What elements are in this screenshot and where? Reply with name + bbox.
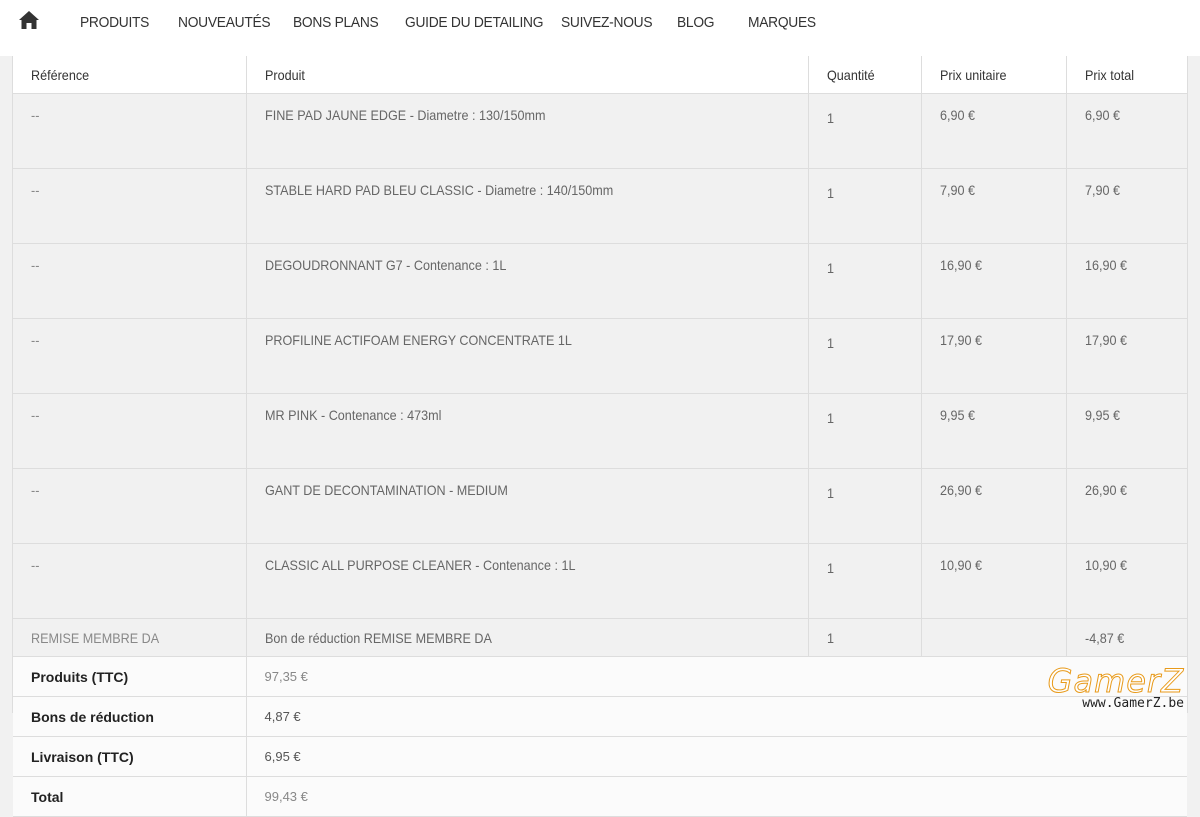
cell-reference: -- [13,243,246,319]
nav-item-produits[interactable]: PRODUITS [80,14,149,31]
column-header-product: Produit [245,56,808,94]
table-row: -- GANT DE DECONTAMINATION - MEDIUM 1 26,90… [13,468,1187,544]
cell-total-price: 6,90 € [1065,93,1187,169]
cell-total-price: 9,95 € [1065,393,1187,469]
summary-value-vouchers: 4,87 € [246,696,1187,737]
nav-item-blog[interactable]: BLOG [677,14,715,31]
cell-reference: -- [13,393,246,469]
watermark-logo: GamerZ [1047,662,1184,700]
column-header-unit-price: Prix unitaire [920,56,1066,94]
summary-value-shipping: 6,95 € [246,736,1187,777]
table-row: -- CLASSIC ALL PURPOSE CLEANER - Contenan… [13,543,1187,619]
cell-quantity: 1 [807,243,921,319]
cell-reference: -- [13,468,246,544]
table-row: -- MR PINK - Contenance : 473ml 1 9,95 €9,9… [13,393,1187,469]
cell-total-price: 16,90 € [1065,243,1187,319]
column-header-reference: Référence [13,56,246,94]
table-header-row: Référence Produit Quantité Prix unitaire… [13,56,1187,94]
discount-unit-price [920,618,1066,657]
table-row: -- PROFILINE ACTIFOAM ENERGY CONCENTRATE … [13,318,1187,394]
cell-total-price: 7,90 € [1065,168,1187,244]
cell-product: FINE PAD JAUNE EDGE - Diametre : 130/150… [245,93,808,169]
summary-label-total: Total [13,776,247,817]
order-detail-panel: Référence Produit Quantité Prix unitaire… [12,56,1188,817]
cell-unit-price: 17,90 € [920,318,1066,394]
discount-product: Bon de réduction REMISE MEMBRE DA [245,618,808,657]
cell-unit-price: 6,90 € [920,93,1066,169]
nav-item-marques[interactable]: MARQUES [748,14,816,31]
cell-unit-price: 16,90 € [920,243,1066,319]
discount-quantity: 1 [807,618,921,657]
cell-unit-price: 9,95 € [920,393,1066,469]
cell-reference: -- [13,168,246,244]
column-header-total-price: Prix total [1065,56,1187,94]
cell-reference: -- [13,93,246,169]
cell-quantity: 1 [807,168,921,244]
summary-row: Total 99,43 € [13,776,1187,817]
order-summary-table: Produits (TTC) 97,35 € Bons de réduction… [13,657,1187,817]
column-header-quantity: Quantité [807,56,921,94]
discount-total-price: -4,87 € [1065,618,1187,657]
watermark: GamerZ www.GamerZ.be [1047,662,1184,712]
cell-quantity: 1 [807,93,921,169]
order-products-table: Référence Produit Quantité Prix unitaire… [13,56,1187,657]
cell-unit-price: 26,90 € [920,468,1066,544]
top-navigation: PRODUITS NOUVEAUTÉS BONS PLANS GUIDE DU … [0,0,1200,56]
summary-value-total: 99,43 € [246,776,1187,817]
cell-total-price: 26,90 € [1065,468,1187,544]
summary-label-shipping: Livraison (TTC) [13,736,247,777]
nav-item-suivez-nous[interactable]: SUIVEZ-NOUS [561,14,653,31]
cell-product: MR PINK - Contenance : 473ml [245,393,808,469]
home-icon[interactable] [18,10,40,30]
cell-unit-price: 10,90 € [920,543,1066,619]
summary-value-products: 97,35 € [246,657,1187,697]
cell-product: DEGOUDRONNANT G7 - Contenance : 1L [245,243,808,319]
cell-product: GANT DE DECONTAMINATION - MEDIUM [245,468,808,544]
cell-product: CLASSIC ALL PURPOSE CLEANER - Contenance… [245,543,808,619]
table-row: -- FINE PAD JAUNE EDGE - Diametre : 130/1… [13,93,1187,169]
discount-reference: REMISE MEMBRE DA [13,618,246,657]
cell-quantity: 1 [807,393,921,469]
cell-quantity: 1 [807,543,921,619]
cell-product: PROFILINE ACTIFOAM ENERGY CONCENTRATE 1L [245,318,808,394]
cell-total-price: 17,90 € [1065,318,1187,394]
summary-row: Livraison (TTC) 6,95 € [13,736,1187,777]
cell-product: STABLE HARD PAD BLEU CLASSIC - Diametre … [245,168,808,244]
summary-label-vouchers: Bons de réduction [13,696,247,737]
table-row: -- STABLE HARD PAD BLEU CLASSIC - Diametr… [13,168,1187,244]
cell-quantity: 1 [807,468,921,544]
cell-reference: -- [13,318,246,394]
nav-item-guide-du-detailing[interactable]: GUIDE DU DETAILING [405,14,543,31]
summary-row: Bons de réduction 4,87 € [13,696,1187,737]
cell-total-price: 10,90 € [1065,543,1187,619]
cell-quantity: 1 [807,318,921,394]
nav-item-bons-plans[interactable]: BONS PLANS [293,14,379,31]
summary-label-products: Produits (TTC) [13,657,247,697]
summary-row: Produits (TTC) 97,35 € [13,657,1187,697]
table-row: -- DEGOUDRONNANT G7 - Contenance : 1L 1 16,… [13,243,1187,319]
cell-unit-price: 7,90 € [920,168,1066,244]
nav-item-nouveautes[interactable]: NOUVEAUTÉS [178,14,271,31]
discount-row: REMISE MEMBRE DA Bon de réduction REMISE… [13,618,1187,657]
cell-reference: -- [13,543,246,619]
